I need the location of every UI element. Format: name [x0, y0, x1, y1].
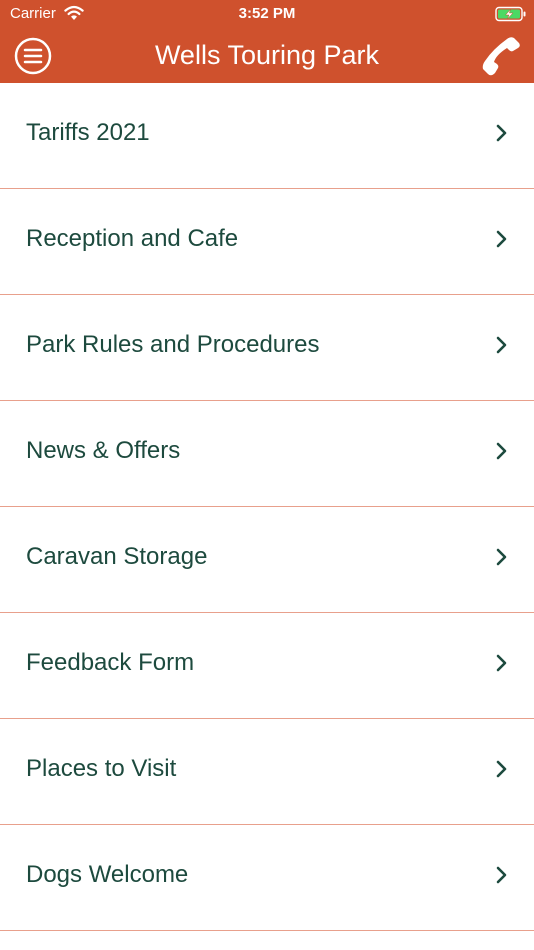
page-title: Wells Touring Park	[154, 40, 380, 70]
chevron-right-icon	[496, 124, 507, 142]
nav-bar: Wells Touring Park	[0, 28, 534, 83]
menu-item-reception-cafe[interactable]: Reception and Cafe	[0, 189, 534, 295]
menu-item-label: Places to Visit	[26, 755, 177, 782]
chevron-right-icon	[496, 654, 507, 672]
menu-list: Tariffs 2021 Reception and Cafe Park Rul…	[0, 83, 534, 931]
chevron-right-icon	[496, 442, 507, 460]
phone-icon[interactable]	[480, 35, 522, 77]
menu-item-label: News & Offers	[26, 437, 181, 464]
menu-item-dogs-welcome[interactable]: Dogs Welcome	[0, 825, 534, 931]
menu-item-label: Dogs Welcome	[26, 861, 189, 888]
menu-item-tariffs[interactable]: Tariffs 2021	[0, 83, 534, 189]
battery-charging-icon	[495, 6, 526, 22]
chevron-right-icon	[496, 230, 507, 248]
menu-item-news-offers[interactable]: News & Offers	[0, 401, 534, 507]
chevron-right-icon	[496, 760, 507, 778]
status-time: 3:52 PM	[238, 5, 296, 22]
menu-item-park-rules[interactable]: Park Rules and Procedures	[0, 295, 534, 401]
menu-item-places-to-visit[interactable]: Places to Visit	[0, 719, 534, 825]
chevron-right-icon	[496, 548, 507, 566]
menu-item-feedback-form[interactable]: Feedback Form	[0, 613, 534, 719]
chevron-right-icon	[496, 336, 507, 354]
top-bar: Carrier 3:52 PM Wells Touring Park	[0, 0, 534, 83]
chevron-right-icon	[496, 866, 507, 884]
status-bar: Carrier 3:52 PM	[0, 0, 534, 28]
menu-item-label: Tariffs 2021	[26, 119, 150, 146]
menu-item-label: Feedback Form	[26, 649, 195, 676]
menu-item-caravan-storage[interactable]: Caravan Storage	[0, 507, 534, 613]
menu-item-label: Park Rules and Procedures	[26, 331, 320, 358]
menu-item-label: Caravan Storage	[26, 543, 208, 570]
menu-item-label: Reception and Cafe	[26, 225, 239, 252]
